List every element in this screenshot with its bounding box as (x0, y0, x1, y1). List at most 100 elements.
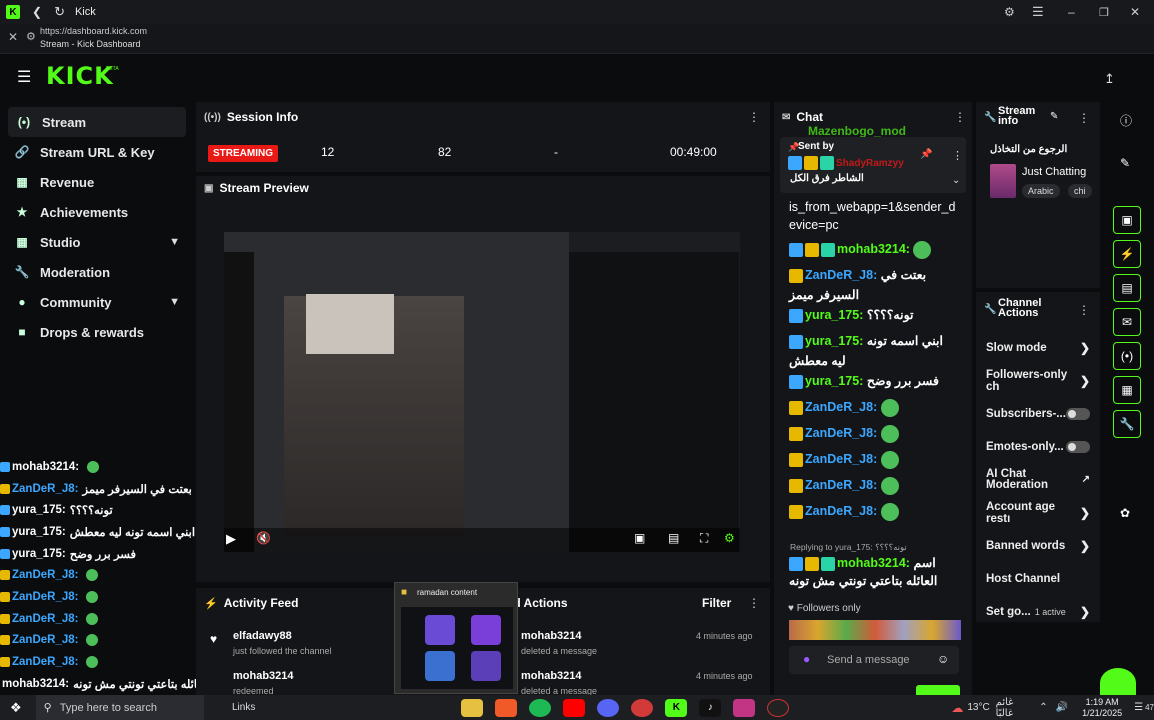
minimize-icon[interactable]: – (1068, 5, 1075, 19)
pinned-user[interactable]: ShadyRamzyy (836, 158, 904, 169)
send-message-box[interactable]: ● Send a message ☺ (789, 646, 959, 674)
obs-icon[interactable] (767, 698, 790, 717)
chat-message[interactable]: mohab3214: (779, 239, 967, 265)
tag-chip[interactable]: chi (1068, 184, 1092, 198)
links-toolbar[interactable]: Links (232, 702, 255, 713)
chat-username[interactable]: ZanDeR_J8: (805, 452, 877, 466)
channel-action-row[interactable]: Slow mode ❯ (978, 331, 1098, 364)
broadcast-icon[interactable]: (•) (1113, 342, 1141, 370)
chat-message[interactable]: ZanDeR_J8: بعتت في السيرفر ميمز (779, 265, 967, 305)
activity-user[interactable]: mohab3214 (233, 670, 294, 682)
chat-link-message[interactable]: is_from_webapp=1&sender_device=pc (789, 198, 961, 234)
wrench-icon[interactable]: 🔧 (1113, 410, 1141, 438)
channel-action-row[interactable]: Banned words ❯ (978, 529, 1098, 562)
channel-action-row[interactable]: AI Chat Moderation ↗ (978, 463, 1098, 496)
pip-icon[interactable]: ▣ (634, 531, 645, 545)
chat-message[interactable]: ZanDeR_J8: (779, 423, 967, 449)
sidebar-item-stream[interactable]: (•) Stream (8, 107, 186, 137)
chat-message[interactable]: yura_175: تونه؟؟؟؟ (779, 305, 967, 331)
tiktok-icon[interactable]: ♪ (699, 698, 722, 717)
chat-message[interactable]: ZanDeR_J8: (779, 397, 967, 423)
reply-user[interactable]: mohab3214: (837, 556, 910, 570)
more-icon[interactable]: ⋮ (1078, 111, 1090, 125)
bolt-icon[interactable]: ⚡ (1113, 240, 1141, 268)
tag-chip[interactable]: Arabic (1022, 184, 1060, 198)
chat-username[interactable]: yura_175: (805, 374, 863, 388)
url-text[interactable]: https://dashboard.kick.com (40, 26, 147, 36)
help-chat-button[interactable] (1100, 668, 1136, 698)
sidebar-item-moderation[interactable]: 🔧 Moderation (0, 257, 192, 287)
chat-username[interactable]: ZanDeR_J8: (805, 426, 877, 440)
clock[interactable]: 1:19 AM 1/21/2025 (1082, 697, 1122, 719)
extensions-icon[interactable]: ⚙ (1004, 5, 1015, 19)
taskbar-thumbnail-popup[interactable]: ■ ramadan content (394, 582, 518, 694)
document-icon[interactable]: ▤ (1113, 274, 1141, 302)
tray-up-icon[interactable]: ⌃ (1039, 702, 1047, 713)
user-menu-icon[interactable]: ↥ (1104, 71, 1115, 87)
discord-icon[interactable] (597, 698, 620, 717)
sidebar-item-stream-url-key[interactable]: 🔗 Stream URL & Key (0, 137, 192, 167)
unpin-icon[interactable]: 📌 (920, 149, 932, 160)
chat-username[interactable]: yura_175: (805, 308, 863, 322)
settings-icon[interactable]: ⚙ (724, 531, 735, 545)
close-window-icon[interactable]: ✕ (1130, 5, 1140, 19)
tab-title[interactable]: Kick (75, 6, 96, 18)
chat-message[interactable]: ZanDeR_J8: (779, 475, 967, 501)
channel-action-row[interactable]: Set go... 1 active ❯ (978, 595, 1098, 628)
scan-icon[interactable]: ▣ (1113, 206, 1141, 234)
channel-action-row[interactable]: Host Channel (978, 562, 1098, 595)
kick-app-icon[interactable]: K (665, 698, 688, 717)
youtube-icon[interactable] (563, 698, 586, 717)
mic-icon[interactable]: ● (803, 652, 810, 666)
theater-icon[interactable]: ▤ (668, 531, 679, 545)
mod-action-user[interactable]: mohab3214 (521, 630, 582, 642)
weather-temp[interactable]: 13°C (967, 702, 989, 713)
chat-username[interactable]: mohab3214: (837, 242, 910, 256)
reload-icon[interactable]: ↻ (54, 4, 65, 20)
chat-message[interactable]: yura_175: ابني اسمه تونه ليه معطش (779, 331, 967, 371)
sidebar-item-studio[interactable]: ▦ Studio ▼ (0, 227, 192, 257)
brave-icon[interactable] (495, 698, 518, 717)
chat-message[interactable]: ZanDeR_J8: (779, 449, 967, 475)
chat-top-user[interactable]: Mazenbogo_mod (808, 124, 906, 138)
chat-bubble-icon[interactable]: ✉ (1113, 308, 1141, 336)
chat-username[interactable]: ZanDeR_J8: (805, 478, 877, 492)
instagram-icon[interactable] (733, 698, 756, 717)
category-name[interactable]: Just Chatting (1022, 166, 1086, 178)
menu-icon[interactable]: ☰ (1032, 4, 1044, 20)
chevron-down-icon[interactable]: ⌄ (952, 175, 960, 186)
toggle-switch[interactable] (1066, 440, 1090, 453)
maximize-icon[interactable]: ❐ (1099, 6, 1109, 19)
chat-message[interactable]: ZanDeR_J8: (779, 501, 967, 527)
chat-username[interactable]: ZanDeR_J8: (805, 504, 877, 518)
channel-action-row[interactable]: Account age restı ❯ (978, 496, 1098, 529)
channel-action-row[interactable]: Followers-only ch ❯ (978, 364, 1098, 397)
more-icon[interactable]: ⋮ (748, 596, 760, 610)
chat-username[interactable]: yura_175: (805, 334, 863, 348)
site-settings-icon[interactable]: ⚙ (26, 30, 36, 43)
volume-icon[interactable]: 🔊 (1056, 702, 1068, 713)
info-icon[interactable]: ⓘ (1120, 112, 1132, 129)
spotify-icon[interactable] (529, 698, 552, 717)
fullscreen-icon[interactable]: ⛶ (700, 531, 708, 546)
more-icon[interactable]: ⋮ (1078, 303, 1090, 317)
close-icon[interactable]: ✕ (8, 30, 18, 44)
filter-button[interactable]: Filter (702, 596, 731, 610)
sidebar-item-revenue[interactable]: ▦ Revenue (0, 167, 192, 197)
chat-username[interactable]: ZanDeR_J8: (805, 268, 877, 282)
emoji-icon[interactable]: ☺ (937, 652, 949, 666)
sidebar-item-community[interactable]: ● Community ▼ (0, 287, 192, 317)
sidebar-item-achievements[interactable]: ★ Achievements (0, 197, 192, 227)
more-icon[interactable]: ⋮ (954, 110, 966, 124)
mod-action-user[interactable]: mohab3214 (521, 670, 582, 682)
app-icon[interactable] (631, 698, 654, 717)
layout-icon[interactable]: ▦ (1113, 376, 1141, 404)
more-icon[interactable]: ⋮ (952, 149, 963, 162)
back-icon[interactable]: ❮ (32, 5, 42, 19)
edit-icon[interactable]: ✎ (1050, 111, 1058, 122)
sidebar-item-drops-rewards[interactable]: ■ Drops & rewards (0, 317, 192, 347)
toggle-switch[interactable] (1066, 407, 1090, 420)
file-explorer-icon[interactable] (461, 698, 484, 717)
channel-action-row[interactable]: Subscribers-... (978, 397, 1098, 430)
mute-icon[interactable]: 🔇 (256, 531, 271, 545)
